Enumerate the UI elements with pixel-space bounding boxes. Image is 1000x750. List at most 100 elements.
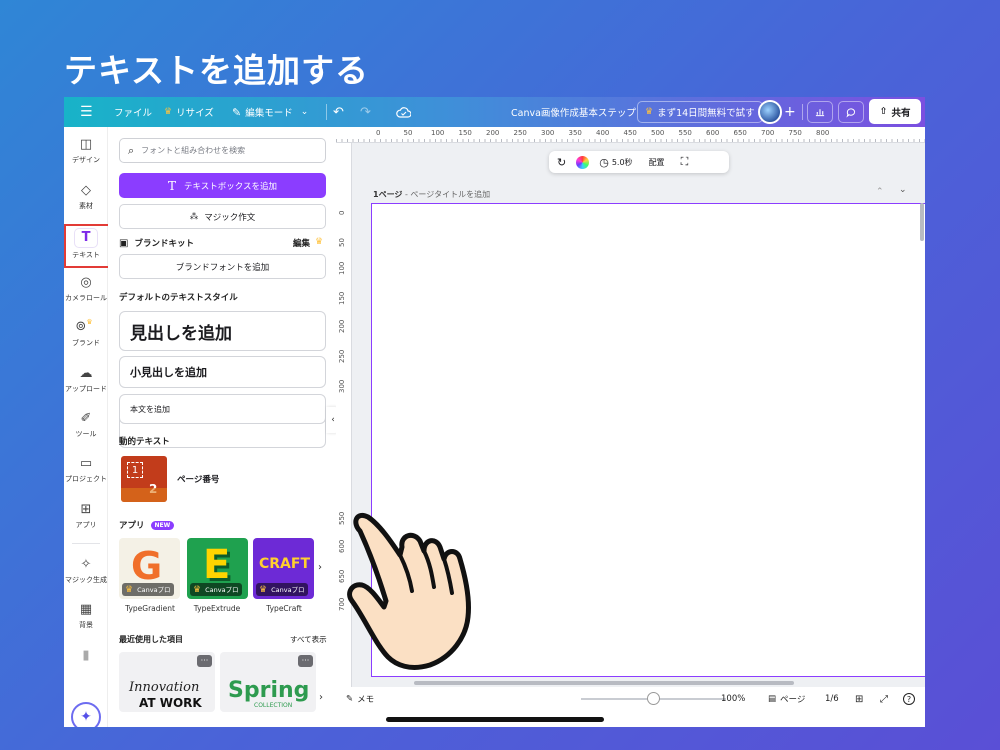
zoom-slider-handle[interactable] bbox=[647, 692, 660, 705]
share-button[interactable]: ⇧ 共有 bbox=[869, 99, 921, 124]
app-card-typegradient[interactable]: G ♛ Canvaプロ bbox=[119, 538, 180, 599]
shapes-icon: ◇ bbox=[81, 182, 91, 198]
app-glyph: CRAFT bbox=[259, 556, 311, 572]
dynamic-text-heading: 動的テキスト bbox=[119, 437, 170, 447]
chevron-right-icon[interactable]: › bbox=[319, 692, 323, 703]
brand-icon: ⊚♛ bbox=[75, 318, 93, 334]
notes-button[interactable]: ✎ メモ bbox=[346, 687, 374, 711]
rail-item-background[interactable]: ▦ 背景 bbox=[64, 596, 108, 636]
chevron-down-icon[interactable]: ⌄ bbox=[899, 185, 907, 195]
brand-kit-label: ▣ ブランドキット bbox=[119, 237, 194, 250]
app-name: TypeCraft bbox=[266, 604, 302, 613]
page-number-thumbnail: 1 2 bbox=[121, 456, 167, 502]
more-options-icon[interactable]: ··· bbox=[197, 655, 212, 667]
font-search-input[interactable]: ⌕ フォントと組み合わせを検索 bbox=[119, 138, 326, 163]
add-heading-button[interactable]: 見出しを追加 bbox=[119, 311, 326, 351]
app-glyph: E bbox=[203, 542, 231, 588]
file-menu[interactable]: ファイル bbox=[114, 97, 152, 127]
clock-icon: ◷ bbox=[599, 155, 609, 169]
resize-button[interactable]: ♛ リサイズ bbox=[164, 97, 214, 127]
redo-icon[interactable]: ↷ bbox=[360, 97, 371, 127]
ruler-tick-label: 700 bbox=[761, 129, 775, 137]
pages-button[interactable]: ▤ ページ bbox=[768, 687, 805, 711]
page-label[interactable]: 1ページ - ページタイトルを追加 bbox=[373, 189, 490, 200]
highlight-box bbox=[64, 224, 110, 268]
edit-mode-dropdown[interactable]: ✎ 編集モード ⌄ bbox=[232, 97, 308, 127]
rail-label: アプリ bbox=[75, 520, 97, 529]
chevron-up-icon[interactable]: ⌃ bbox=[876, 187, 884, 197]
color-wheel-icon[interactable] bbox=[576, 155, 590, 169]
text-t-icon: T bbox=[167, 178, 176, 193]
insights-icon[interactable] bbox=[807, 101, 833, 123]
rail-item-more[interactable]: ▮ bbox=[64, 637, 108, 677]
notes-icon: ✎ bbox=[346, 694, 354, 704]
grid-view-icon[interactable]: ⊞ bbox=[855, 687, 863, 711]
slide-title: テキストを追加する bbox=[64, 51, 370, 90]
add-body-text-button[interactable]: 本文を追加 bbox=[119, 394, 326, 424]
plus-icon[interactable]: + bbox=[784, 97, 796, 127]
rail-label: デザイン bbox=[72, 155, 100, 164]
rail-label: ブランド bbox=[72, 339, 100, 347]
document-title[interactable]: Canva画像作成基本ステップ bbox=[511, 97, 636, 127]
rail-item-tools[interactable]: ✐ ツール bbox=[64, 405, 108, 445]
vertical-scrollbar[interactable] bbox=[920, 203, 924, 241]
crown-icon: ♛ bbox=[645, 107, 654, 117]
default-styles-heading: デフォルトのテキストスタイル bbox=[119, 293, 238, 303]
crown-icon: ♛ bbox=[164, 107, 173, 117]
add-animation-icon[interactable]: ↻ bbox=[557, 156, 566, 169]
brand-edit-text: 編集 bbox=[293, 239, 311, 249]
ruler-tick-label: 300 bbox=[541, 129, 555, 137]
rail-item-upload[interactable]: ☁ アップロード bbox=[64, 360, 108, 400]
recent-item-innovation[interactable]: ··· Innovation AT WORK bbox=[119, 652, 215, 712]
thumb-decoration bbox=[121, 488, 167, 502]
help-icon[interactable]: ? bbox=[903, 687, 915, 711]
chevron-down-icon: ⌄ bbox=[300, 107, 309, 117]
brand-edit-link[interactable]: 編集 ♛ bbox=[293, 237, 327, 249]
fullscreen-icon[interactable]: ⤢ bbox=[880, 687, 888, 711]
rail-item-apps[interactable]: ⊞ アプリ bbox=[64, 496, 108, 536]
hamburger-icon[interactable]: ☰ bbox=[80, 97, 93, 127]
ruler-tick-label: 200 bbox=[338, 319, 346, 333]
pen-icon: ✐ bbox=[80, 410, 92, 426]
comment-icon[interactable] bbox=[838, 101, 864, 123]
show-all-link[interactable]: すべて表示 bbox=[290, 634, 327, 645]
ruler-tick-label: 600 bbox=[706, 129, 720, 137]
rail-item-brand[interactable]: ⊚♛ ブランド bbox=[64, 314, 108, 354]
app-card-typecraft[interactable]: CRAFT ♛ Canvaプロ bbox=[253, 538, 314, 599]
add-brand-font-button[interactable]: ブランドフォントを追加 bbox=[119, 254, 326, 279]
recent-item-spring[interactable]: ··· Spring COLLECTION bbox=[220, 652, 316, 712]
page-number-card[interactable]: 1 2 ページ番号 bbox=[119, 452, 326, 506]
ruler-tick-label: 100 bbox=[431, 129, 445, 137]
paint-roller-icon[interactable]: ⛶ bbox=[681, 155, 689, 169]
magic-write-button[interactable]: ⁂ マジック作文 bbox=[119, 204, 326, 229]
add-subheading-button[interactable]: 小見出しを追加 bbox=[119, 356, 326, 388]
zoom-level[interactable]: 100% bbox=[721, 687, 745, 711]
ruler-tick-label: 500 bbox=[651, 129, 665, 137]
add-textbox-button[interactable]: T テキストボックスを追加 bbox=[119, 173, 326, 198]
pro-badge: ♛ Canvaプロ bbox=[256, 583, 308, 596]
rail-item-elements[interactable]: ◇ 素材 bbox=[64, 177, 108, 217]
magic-assistant-button[interactable]: ✦ bbox=[71, 702, 101, 727]
rail-item-design[interactable]: ◫ デザイン bbox=[64, 131, 108, 171]
position-button[interactable]: 配置 bbox=[649, 157, 665, 168]
rail-item-camera-roll[interactable]: ◎ カメラロール bbox=[64, 269, 108, 309]
rail-label: 素材 bbox=[79, 201, 93, 210]
free-trial-button[interactable]: ♛ まず14日間無料で試す bbox=[637, 101, 763, 123]
rail-item-projects[interactable]: ▭ プロジェクト bbox=[64, 450, 108, 490]
cloud-sync-icon[interactable] bbox=[396, 97, 411, 127]
chevron-right-icon[interactable]: › bbox=[318, 562, 322, 573]
canva-editor: ☰ ファイル ♛ リサイズ ✎ 編集モード ⌄ ↶ ↷ Canva画像作成基本ス… bbox=[64, 97, 925, 727]
timer-button[interactable]: ◷ 5.0秒 bbox=[599, 156, 632, 169]
ruler-tick-label: 750 bbox=[788, 129, 802, 137]
rail-label: 背景 bbox=[79, 620, 93, 629]
notes-label: メモ bbox=[357, 695, 375, 705]
horizontal-scrollbar[interactable] bbox=[414, 681, 794, 685]
avatar[interactable] bbox=[758, 100, 782, 124]
recent-heading: 最近使用した項目 bbox=[119, 635, 183, 644]
app-card-typeextrude[interactable]: E ♛ Canvaプロ bbox=[187, 538, 248, 599]
rail-item-magic[interactable]: ✧ マジック生成 bbox=[64, 551, 108, 591]
undo-icon[interactable]: ↶ bbox=[333, 97, 344, 127]
ruler-tick-label: 450 bbox=[623, 129, 637, 137]
more-options-icon[interactable]: ··· bbox=[298, 655, 313, 667]
new-badge: NEW bbox=[150, 520, 175, 530]
